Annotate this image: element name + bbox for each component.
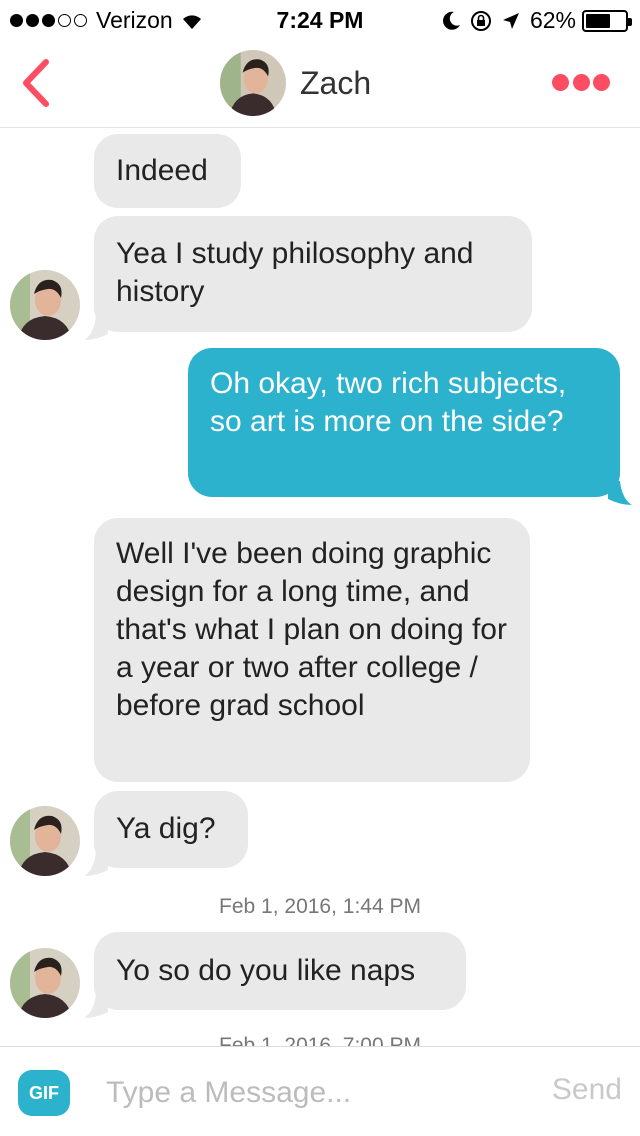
message-bubble: Oh okay, two rich subjects, so art is mo… <box>188 348 632 505</box>
avatar[interactable] <box>220 50 286 116</box>
rotation-lock-icon <box>470 10 491 31</box>
location-icon <box>502 12 519 29</box>
more-dots-icon[interactable] <box>552 72 610 92</box>
message-list[interactable]: Indeed Yea I study philosophy and histor… <box>0 129 640 1046</box>
message-text: Indeed <box>116 154 208 187</box>
avatar[interactable] <box>10 948 80 1018</box>
contact-name: Zach <box>300 64 372 101</box>
timestamp: Feb 1, 2016, 1:44 PM <box>219 895 421 918</box>
battery-icon <box>582 9 632 32</box>
message-text: Oh okay, two rich subjects, so art is mo… <box>210 367 567 438</box>
timestamp: Feb 1, 2016, 7:00 PM <box>219 1034 421 1046</box>
status-right: 62% <box>432 7 632 34</box>
moon-icon <box>443 11 460 30</box>
message-bubble: Well I've been doing graphic design for … <box>94 518 530 782</box>
message-text: Ya dig? <box>116 812 216 845</box>
avatar[interactable] <box>10 270 80 340</box>
message-text: Yo so do you like naps <box>116 954 416 987</box>
message-composer: GIF Send <box>0 1046 640 1136</box>
gif-button[interactable]: GIF <box>18 1070 70 1116</box>
chat-header: Zach <box>0 40 640 128</box>
send-button[interactable]: Send <box>552 1073 622 1107</box>
message-text: Yea I study philosophy and history <box>116 237 474 308</box>
contact-header[interactable]: Zach <box>220 50 371 116</box>
message-bubble: Indeed <box>94 134 241 208</box>
message-bubble: Yo so do you like naps <box>84 932 466 1018</box>
message-input[interactable] <box>106 1071 526 1115</box>
avatar[interactable] <box>10 806 80 876</box>
chevron-left-icon[interactable] <box>18 58 54 108</box>
message-text: Well I've been doing graphic design for … <box>116 537 507 722</box>
message-bubble: Ya dig? <box>84 791 248 876</box>
battery-percent: 62% <box>529 7 576 33</box>
message-bubble: Yea I study philosophy and history <box>84 216 532 340</box>
status-bar: Verizon 7:24 PM 62% <box>0 0 640 40</box>
